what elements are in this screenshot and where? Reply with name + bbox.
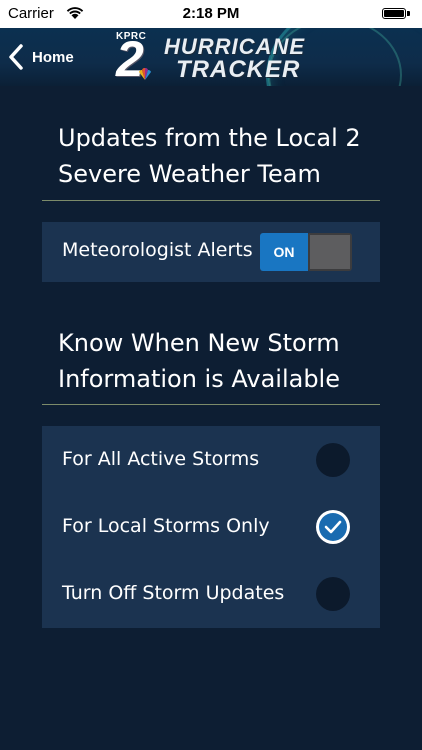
storm-option-label: Turn Off Storm Updates: [62, 582, 285, 604]
storm-option-label: For All Active Storms: [62, 448, 260, 470]
alerts-title-line2: Severe Weather Team: [58, 160, 321, 188]
status-bar: Carrier 2:18 PM: [0, 0, 422, 28]
alerts-section-divider: [42, 200, 380, 201]
storm-option-label: For Local Storms Only: [62, 515, 270, 537]
logo-title-line2: TRACKER: [176, 56, 301, 83]
storm-title-line1: Know When New Storm: [58, 329, 340, 357]
app-logo: 2 KPRC HURRICANE TRACKER: [112, 28, 312, 86]
back-button-label: Home: [32, 48, 74, 66]
status-time: 2:18 PM: [182, 5, 240, 22]
storm-title-line2: Information is Available: [58, 365, 340, 393]
radio-button-selected[interactable]: [316, 510, 350, 544]
alerts-title-line1: Updates from the Local 2: [58, 124, 361, 152]
storm-section-divider: [42, 404, 380, 405]
storm-section-title: Know When New Storm Information is Avail…: [58, 325, 398, 397]
meteorologist-alerts-label: Meteorologist Alerts: [62, 239, 253, 261]
toggle-knob: [308, 233, 352, 271]
battery-tip: [407, 11, 410, 16]
checkmark-icon: [324, 520, 342, 534]
radio-button[interactable]: [316, 443, 350, 477]
alerts-section-title: Updates from the Local 2 Severe Weather …: [58, 120, 398, 192]
storm-options-card: For All Active Storms For Local Storms O…: [42, 426, 380, 628]
meteorologist-alerts-toggle[interactable]: ON: [260, 233, 352, 271]
toggle-on-label: ON: [260, 233, 308, 271]
nav-header: Home 2 KPRC HURRICANE TRACKER: [0, 28, 422, 86]
radio-button[interactable]: [316, 577, 350, 611]
logo-station: KPRC: [116, 31, 147, 42]
meteorologist-alerts-card: Meteorologist Alerts ON: [42, 222, 380, 282]
battery-icon: [382, 8, 406, 19]
radio-fill: [319, 513, 347, 541]
peacock-icon: [139, 68, 151, 80]
back-button[interactable]: Home: [8, 40, 74, 74]
chevron-left-icon: [9, 44, 23, 70]
